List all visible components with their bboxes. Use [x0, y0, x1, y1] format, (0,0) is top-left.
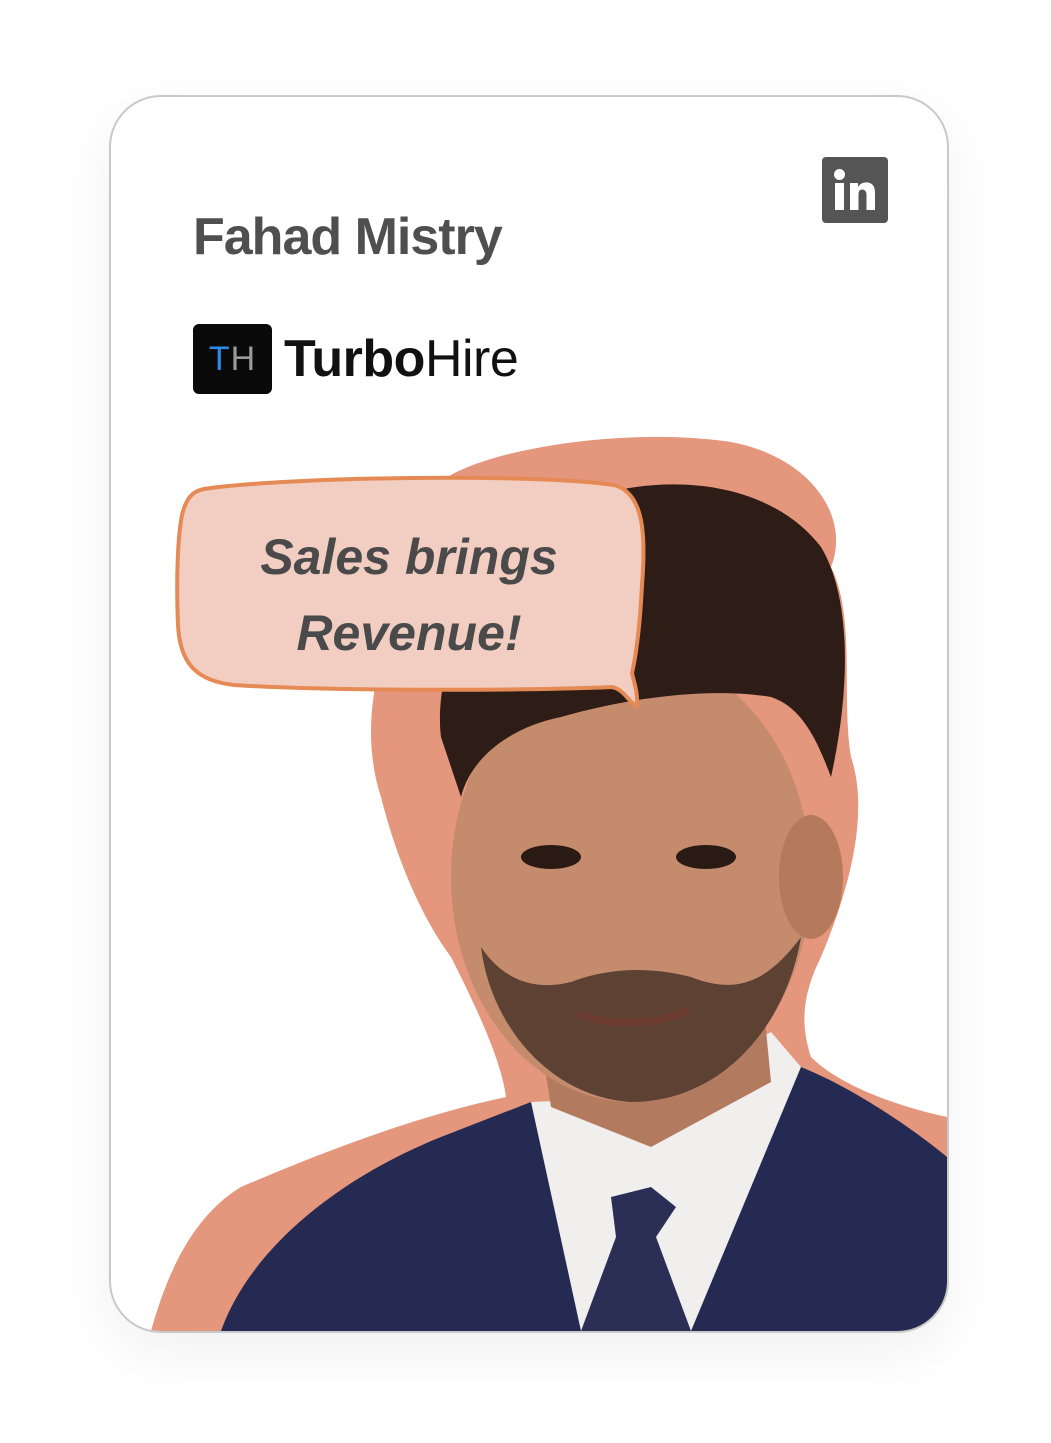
- company-logo: TH TurboHire: [193, 324, 519, 394]
- brand-mark: TH: [193, 324, 272, 394]
- profile-card: Fahad Mistry TH TurboHire Sales brings R…: [109, 95, 949, 1333]
- page: Fahad Mistry TH TurboHire Sales brings R…: [0, 0, 1051, 1443]
- brand-mark-h: H: [230, 339, 257, 378]
- brand-name-light: Hire: [424, 330, 519, 388]
- linkedin-glyph: [834, 169, 875, 210]
- quote-text: Sales brings Revenue!: [179, 519, 639, 671]
- person-portrait: [151, 436, 947, 1331]
- brand-name-bold: Turbo: [284, 330, 425, 388]
- quote-line-1: Sales brings: [260, 529, 558, 585]
- linkedin-icon[interactable]: [822, 157, 888, 223]
- quote-line-2: Revenue!: [296, 605, 522, 661]
- brand-name: TurboHire: [284, 329, 519, 389]
- right-eye: [676, 845, 736, 869]
- person-name: Fahad Mistry: [193, 208, 503, 266]
- brand-mark-t: T: [208, 339, 231, 378]
- left-eye: [521, 845, 581, 869]
- ear: [779, 815, 843, 939]
